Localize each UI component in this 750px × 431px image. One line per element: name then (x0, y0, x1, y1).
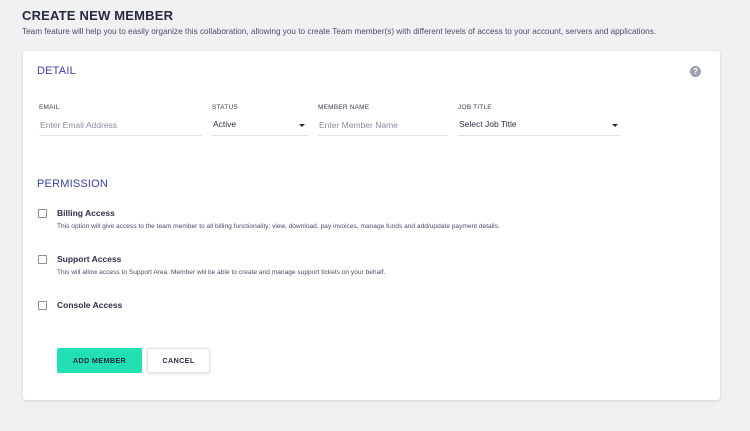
billing-access-checkbox[interactable] (38, 209, 47, 218)
page-subtitle: Team feature will help you to easily org… (22, 27, 657, 36)
permission-item-description: This will allow access to Support Area. … (57, 269, 386, 276)
member-name-label: MEMBER NAME (318, 104, 370, 111)
status-select-value: Active (213, 119, 237, 129)
permission-item-description: This option will give access to the team… (57, 223, 500, 230)
permission-item-title: Console Access (57, 300, 123, 310)
caret-down-icon (299, 124, 305, 127)
cancel-button[interactable]: CANCEL (147, 348, 210, 373)
job-title-select[interactable]: Select Job Title (458, 114, 621, 136)
email-input[interactable] (39, 114, 202, 136)
help-icon[interactable]: ? (690, 66, 701, 77)
add-member-button[interactable]: ADD MEMBER (57, 348, 142, 373)
support-access-checkbox[interactable] (38, 255, 47, 264)
permission-section-title: PERMISSION (37, 178, 109, 190)
page-title: CREATE NEW MEMBER (22, 8, 174, 23)
status-label: STATUS (212, 104, 238, 111)
job-title-label: JOB TITLE (458, 104, 492, 111)
caret-down-icon (612, 124, 618, 127)
create-member-card: DETAIL ? EMAIL STATUS Active MEMBER NAME… (23, 51, 720, 400)
email-label: EMAIL (39, 104, 60, 111)
member-name-input[interactable] (318, 114, 448, 136)
permission-item-title: Support Access (57, 254, 122, 264)
permission-item-title: Billing Access (57, 208, 115, 218)
detail-section-title: DETAIL (37, 65, 76, 77)
status-select[interactable]: Active (212, 114, 308, 136)
console-access-checkbox[interactable] (38, 301, 47, 310)
job-title-select-value: Select Job Title (459, 119, 517, 129)
